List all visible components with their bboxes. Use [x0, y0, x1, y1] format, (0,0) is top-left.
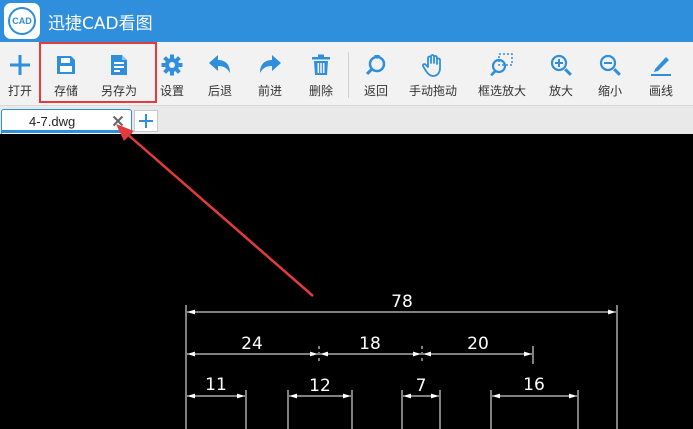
title-bar: CAD 迅捷CAD看图: [0, 0, 693, 42]
dim-label-7: 7: [416, 376, 427, 396]
settings-button[interactable]: 设置: [154, 42, 190, 106]
plus-icon: [139, 114, 153, 128]
zoom-back-icon: [363, 52, 389, 78]
drawing-canvas[interactable]: 78 24 18 20 11 12 7 16: [0, 134, 693, 429]
tab-active-indicator: [2, 130, 131, 133]
delete-button[interactable]: 删除: [303, 42, 339, 106]
draw-line-button[interactable]: 画线: [643, 42, 679, 106]
zoom-in-icon: [548, 52, 574, 78]
dim-label-11: 11: [205, 375, 227, 395]
dim-label-78: 78: [391, 292, 413, 312]
hand-pan-icon: [420, 52, 446, 78]
redo-button[interactable]: 前进: [252, 42, 288, 106]
dim-label-12: 12: [309, 376, 331, 396]
pencil-line-icon: [648, 52, 674, 78]
zoom-out-label: 缩小: [597, 84, 622, 98]
save-as-icon: [106, 52, 132, 78]
app-logo: CAD: [4, 3, 40, 39]
back-label: 返回: [363, 84, 388, 98]
trash-icon: [308, 52, 334, 78]
cad-drawing: 78 24 18 20 11 12 7 16: [185, 292, 618, 429]
redo-arrow-icon: [257, 52, 283, 78]
zoom-window-icon: [489, 52, 515, 78]
zoom-in-label: 放大: [548, 84, 573, 98]
delete-label: 删除: [308, 84, 333, 98]
dim-label-16: 16: [523, 375, 545, 395]
open-button[interactable]: 打开: [2, 42, 38, 106]
pan-label: 手动拖动: [408, 84, 457, 98]
save-as-label: 另存为: [100, 84, 137, 98]
zoom-out-button[interactable]: 缩小: [592, 42, 628, 106]
undo-button[interactable]: 后退: [202, 42, 238, 106]
dim-label-20: 20: [467, 334, 489, 354]
save-button[interactable]: 存储: [46, 42, 86, 106]
new-tab-button[interactable]: [134, 110, 158, 132]
dim-label-18: 18: [359, 334, 381, 354]
toolbar-separator: [348, 52, 349, 98]
back-button[interactable]: 返回: [358, 42, 394, 106]
close-icon[interactable]: [110, 113, 126, 129]
gear-icon: [159, 52, 185, 78]
cad-logo-icon: CAD: [8, 7, 36, 35]
logo-text: CAD: [12, 16, 32, 26]
open-label: 打开: [7, 84, 32, 98]
zoom-window-label: 框选放大: [477, 84, 526, 98]
tab-label: 4-7.dwg: [29, 114, 76, 129]
zoom-window-button[interactable]: 框选放大: [474, 42, 530, 106]
settings-label: 设置: [159, 84, 184, 98]
zoom-in-button[interactable]: 放大: [543, 42, 579, 106]
undo-arrow-icon: [207, 52, 233, 78]
app-title: 迅捷CAD看图: [48, 13, 153, 34]
pan-button[interactable]: 手动拖动: [404, 42, 462, 106]
toolbar: 打开 存储 另存为 设置 后退 前进 删除 返回 手动拖动 框选放大 放大 缩小…: [0, 42, 693, 106]
draw-line-label: 画线: [648, 84, 673, 98]
zoom-out-icon: [597, 52, 623, 78]
undo-label: 后退: [207, 84, 232, 98]
save-label: 存储: [53, 84, 78, 98]
save-icon: [53, 52, 79, 78]
redo-label: 前进: [257, 84, 282, 98]
dim-label-24: 24: [241, 334, 263, 354]
plus-icon: [7, 52, 33, 78]
save-as-button[interactable]: 另存为: [94, 42, 144, 106]
